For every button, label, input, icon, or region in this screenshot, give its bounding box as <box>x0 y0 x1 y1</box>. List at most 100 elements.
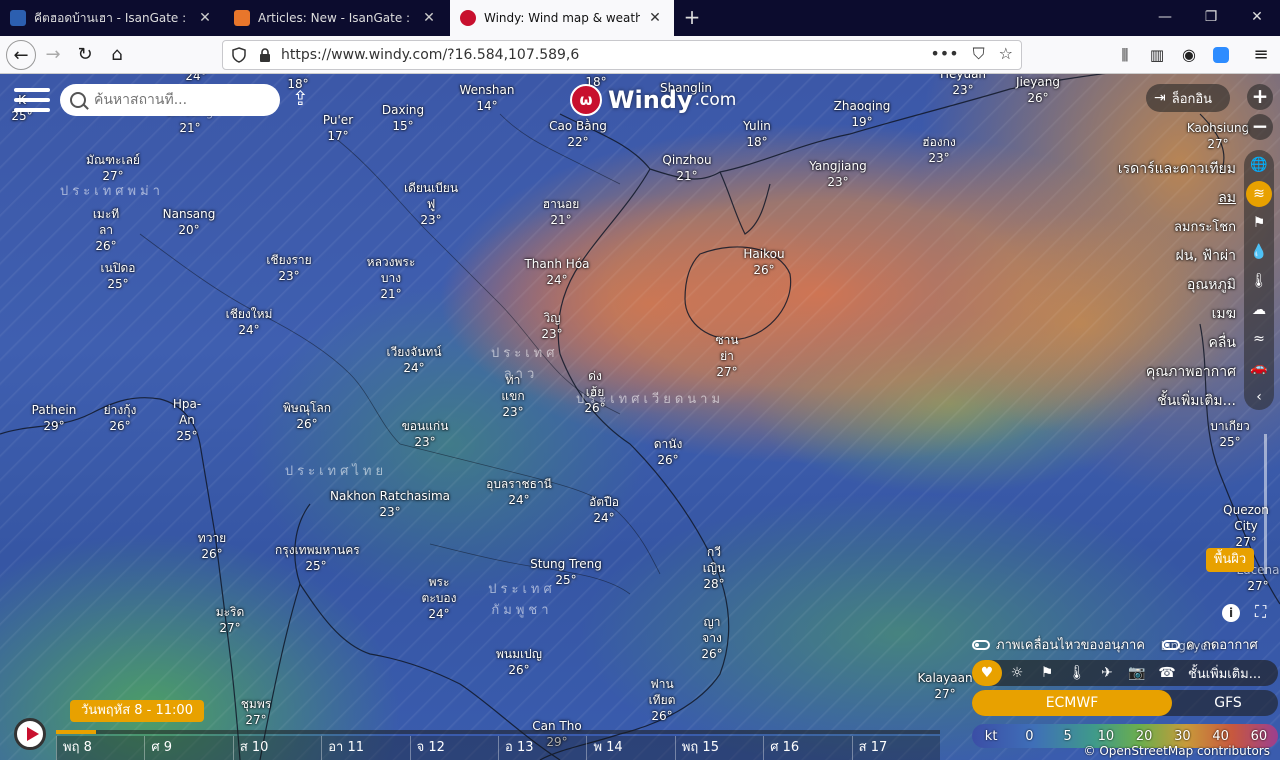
day-label[interactable]: อา 11 <box>321 736 409 760</box>
place-label[interactable]: Kalayaan 27° <box>917 670 972 702</box>
place-label[interactable]: ญาจาง 26° <box>697 614 727 662</box>
layer-waves[interactable]: คลื่น <box>1208 332 1236 354</box>
close-tab-icon[interactable]: ✕ <box>646 10 664 26</box>
place-label[interactable]: เชียงใหม่ 24° <box>226 306 273 338</box>
day-label[interactable]: ศ 16 <box>763 736 851 760</box>
place-label[interactable]: Jieyang 26° <box>1016 74 1060 106</box>
place-label[interactable]: บาเกียว 25° <box>1210 418 1250 450</box>
webcam-icon[interactable]: 📷 <box>1122 665 1152 681</box>
place-label[interactable]: กรุงเทพมหานคร 25° <box>275 542 360 574</box>
place-label[interactable]: ขอนแก่น 23° <box>402 418 449 450</box>
favorites-heart-icon[interactable]: ♥ <box>972 660 1002 686</box>
toggle-switch[interactable] <box>972 639 990 650</box>
windy-logo[interactable]: ω Windy .com <box>570 84 736 116</box>
search-box[interactable] <box>60 84 280 116</box>
close-window-button[interactable]: ✕ <box>1234 0 1280 36</box>
forward-icon[interactable]: → <box>38 40 68 70</box>
more-layers-link[interactable]: ชั้นเพิ่มเติม... <box>1188 663 1261 684</box>
menu-icon[interactable]: ≡ <box>1246 40 1276 70</box>
zoom-extension-icon[interactable] <box>1206 40 1236 70</box>
day-label[interactable]: ส 17 <box>851 736 940 760</box>
place-label[interactable]: Quezon City 27° <box>1211 502 1280 550</box>
play-button[interactable] <box>14 718 46 750</box>
pocket-icon[interactable]: ⛉ <box>973 44 985 64</box>
zoom-in-button[interactable]: + <box>1247 84 1273 110</box>
place-label[interactable]: Qinzhou 21° <box>662 152 711 184</box>
particles-toggle[interactable]: ภาพเคลื่อนไหวของอนุภาค <box>972 634 1145 655</box>
day-label[interactable]: ส 10 <box>232 736 321 760</box>
radar-satellite-icon[interactable]: 🌐 <box>1246 152 1272 178</box>
place-label[interactable]: ซานย่า 27° <box>709 332 745 380</box>
minimize-button[interactable]: — <box>1142 0 1188 36</box>
model-gfs-button[interactable]: GFS <box>1178 690 1278 716</box>
weather-icon[interactable]: ☼ <box>1002 665 1032 681</box>
place-label[interactable]: ฮ่องกง 23° <box>922 134 956 166</box>
zoom-out-button[interactable]: − <box>1247 114 1273 140</box>
layer-radar-satellite[interactable]: เรดาร์และดาวเทียม <box>1118 158 1236 180</box>
clouds-icon[interactable]: ☁ <box>1246 297 1272 323</box>
share-icon[interactable]: ⇪ <box>292 86 318 112</box>
place-label[interactable]: มะริด 27° <box>216 604 245 636</box>
layer-rain[interactable]: ฝน, ฟ้าผ่า <box>1175 245 1236 267</box>
place-label[interactable]: Pathein 29° <box>32 402 77 434</box>
day-label[interactable]: พ 14 <box>586 736 674 760</box>
place-label[interactable]: Wenshan 14° <box>460 82 515 114</box>
place-label[interactable]: Pu'er 17° <box>323 112 353 144</box>
place-label[interactable]: ทวาย 26° <box>198 530 226 562</box>
day-label[interactable]: พฤ 8 <box>56 736 144 760</box>
place-label[interactable]: Nakhon Ratchasima 23° <box>330 488 450 520</box>
place-label[interactable]: ดานัง 26° <box>654 436 683 468</box>
place-label[interactable]: Thanh Hóa 24° <box>524 256 589 288</box>
place-label[interactable]: Nansang 20° <box>163 206 216 238</box>
place-label[interactable]: วิญ 23° <box>541 310 562 342</box>
url-text[interactable]: https://www.windy.com/?16.584,107.589,6 <box>281 47 579 63</box>
altitude-badge[interactable]: พื้นผิว <box>1206 548 1254 572</box>
bookmark-star-icon[interactable]: ☆ <box>999 44 1013 64</box>
place-label[interactable]: ย่างกุ้ง 26° <box>104 402 137 434</box>
layer-temperature[interactable]: อุณหภูมิ <box>1187 274 1236 296</box>
place-label[interactable]: Yangjiang 23° <box>809 158 867 190</box>
air-quality-icon[interactable]: 🚗 <box>1246 355 1272 381</box>
day-label[interactable]: อ 13 <box>498 736 586 760</box>
day-label[interactable]: ศ 9 <box>144 736 232 760</box>
page-actions-icon[interactable]: ••• <box>930 44 958 64</box>
place-label[interactable]: Haikou 26° <box>743 246 784 278</box>
model-ecmwf-button[interactable]: ECMWF <box>972 690 1172 716</box>
layer-clouds[interactable]: เมฆ <box>1212 303 1236 325</box>
hamburger-menu-icon[interactable] <box>14 88 50 116</box>
library-icon[interactable]: ⫼ <box>1110 40 1140 70</box>
gust-icon[interactable]: ⚑ <box>1246 210 1272 236</box>
airport-icon[interactable]: ✈ <box>1092 665 1122 681</box>
place-label[interactable]: หลวงพระบาง 21° <box>359 254 423 302</box>
place-label[interactable]: Kaohsiung 27° <box>1187 120 1249 152</box>
place-label[interactable]: เวียงจันทน์ 24° <box>386 344 441 376</box>
layer-wind[interactable]: ลม <box>1218 187 1236 209</box>
account-icon[interactable]: ◉ <box>1174 40 1204 70</box>
tab-isangate-2[interactable]: Articles: New - IsanGate : ประตูสู่อีสาน… <box>224 0 448 36</box>
place-label[interactable]: กวีเญิน 28° <box>699 544 729 592</box>
address-bar[interactable]: https://www.windy.com/?16.584,107.589,6 … <box>222 40 1022 70</box>
place-label[interactable]: ฮานอย 21° <box>543 196 580 228</box>
place-label[interactable]: 24° <box>185 74 206 84</box>
toggle-switch[interactable] <box>1162 639 1180 650</box>
place-label[interactable]: Heyuan 23° <box>940 74 986 98</box>
place-label[interactable]: Hpa-An 25° <box>169 396 205 444</box>
place-label[interactable]: อัตปือ 24° <box>589 494 619 526</box>
fullscreen-icon[interactable]: ⛶ <box>1255 602 1275 622</box>
info-icon[interactable]: i <box>1222 604 1240 622</box>
layer-gust[interactable]: ลมกระโชก <box>1174 216 1236 237</box>
restore-button[interactable]: ❐ <box>1188 0 1234 36</box>
layer-more[interactable]: ชั้นเพิ่มเติม... <box>1157 390 1236 412</box>
tab-windy[interactable]: Windy: Wind map & weather forecast ✕ <box>450 0 674 36</box>
pressure-toggle[interactable]: ค. กดอากาศ <box>1162 634 1258 655</box>
place-label[interactable]: ฟานเทียต 26° <box>644 676 680 724</box>
day-label[interactable]: จ 12 <box>409 736 498 760</box>
place-label[interactable]: เนปิดอ 25° <box>100 260 136 292</box>
wind-icon[interactable]: ≋ <box>1246 181 1272 207</box>
chevron-left-icon[interactable]: ‹ <box>1246 384 1272 410</box>
place-label[interactable]: Daxing 15° <box>382 102 424 134</box>
new-tab-button[interactable]: + <box>681 6 703 28</box>
close-tab-icon[interactable]: ✕ <box>196 10 214 26</box>
lock-icon[interactable] <box>257 47 273 63</box>
place-label[interactable]: Yulin 18° <box>743 118 771 150</box>
